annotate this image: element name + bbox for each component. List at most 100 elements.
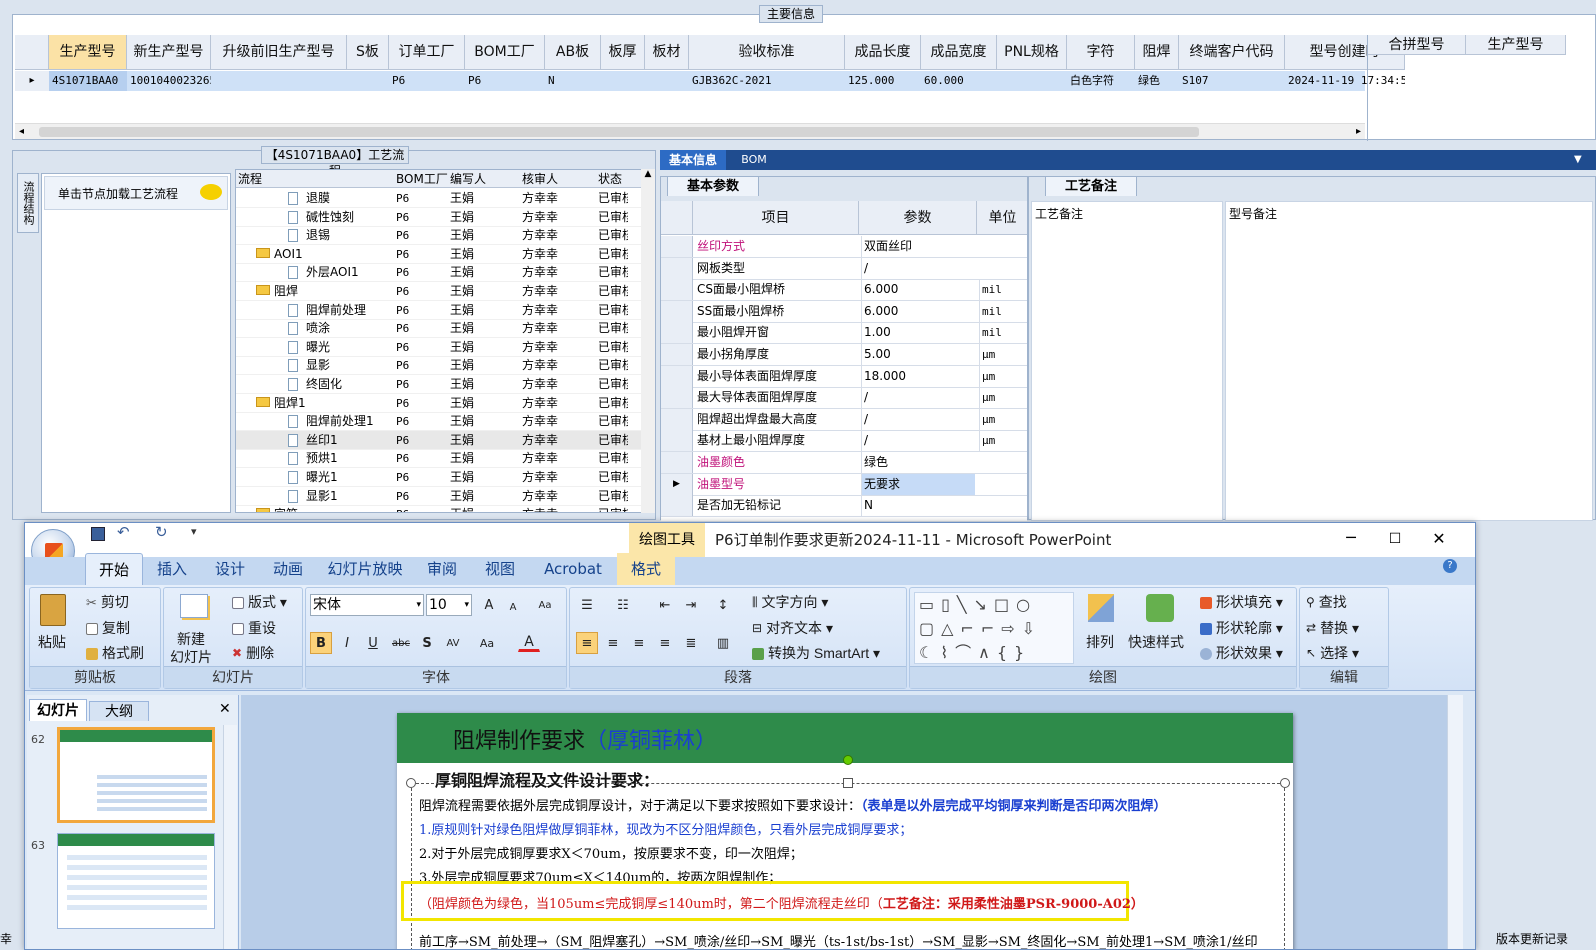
font-name-select[interactable]: 宋体 ▾ (310, 594, 424, 616)
shape-fill-button[interactable]: 形状填充 ▾ (1200, 592, 1283, 612)
italic-button[interactable]: I (336, 632, 358, 654)
grid-col-5[interactable]: BOM工厂 (465, 35, 545, 70)
param-row[interactable]: 基材上最小阻焊厚度 / μm (661, 430, 1027, 453)
process-notes-area[interactable] (1031, 201, 1223, 521)
ribbon-tab-7[interactable]: Acrobat (529, 553, 617, 585)
param-row[interactable]: 最大导体表面阻焊厚度 / μm (661, 387, 1027, 410)
grid-cell-2[interactable] (211, 71, 347, 91)
grid-col-6[interactable]: AB板 (545, 35, 601, 70)
scroll-right-icon[interactable]: ▸ (1356, 124, 1361, 140)
param-row[interactable]: 网板类型 / (661, 257, 1027, 280)
ribbon-tab-4[interactable]: 幻灯片放映 (317, 553, 413, 585)
params-corner[interactable] (661, 201, 693, 235)
grid-cell-9[interactable]: GJB362C-2021 (689, 71, 845, 91)
font-size-select[interactable]: 10 ▾ (426, 594, 472, 616)
align-left-icon[interactable]: ≡ (576, 632, 598, 654)
main-grid-row[interactable]: ▸ 4S1071BAA010010400232651P6P6NGJB362C-2… (15, 71, 1405, 91)
grid-col-0[interactable]: 生产型号 (49, 35, 127, 70)
tree-row[interactable]: 退膜 P6 王娟 方幸幸 已审核 (236, 189, 642, 208)
tree-row[interactable]: 显影 P6 王娟 方幸幸 已审核 (236, 356, 642, 376)
tree-row[interactable]: 阻焊 P6 王娟 方幸幸 已审核 (236, 282, 642, 301)
cut-button[interactable]: ✂ 剪切 (86, 592, 129, 612)
delete-slide-button[interactable]: ✖ 删除 (232, 643, 274, 663)
grid-col-2[interactable]: 升级前旧生产型号 (211, 35, 347, 70)
line-spacing-icon[interactable]: ↕ (712, 594, 734, 616)
bold-button[interactable]: B (310, 632, 332, 654)
param-row[interactable]: 阻焊超出焊盘最大高度 / μm (661, 408, 1027, 431)
resize-handle-tc[interactable] (843, 778, 853, 788)
grid-col-3[interactable]: S板 (347, 35, 389, 70)
grid-col-1[interactable]: 新生产型号 (127, 35, 211, 70)
tab-bom[interactable]: BOM (734, 150, 774, 170)
tree-row[interactable]: 终固化 P6 王娟 方幸幸 已审核 (236, 375, 642, 394)
replace-button[interactable]: ⇄ 替换 ▾ (1306, 618, 1359, 638)
ribbon-tab-0[interactable]: 开始 (85, 553, 143, 585)
numbering-icon[interactable]: ☷ (612, 594, 634, 616)
ribbon-tab-2[interactable]: 设计 (201, 553, 259, 585)
tree-row[interactable]: 阻焊前处理1 P6 王娟 方幸幸 已审核 (236, 412, 642, 432)
increase-indent-icon[interactable]: ⇥ (680, 594, 702, 616)
ribbon-tab-1[interactable]: 插入 (143, 553, 201, 585)
tree-row[interactable]: 碱性蚀刻 P6 王娟 方幸幸 已审核 (236, 208, 642, 227)
align-text-button[interactable]: ⊟ 对齐文本 ▾ (752, 618, 833, 638)
param-row[interactable]: 最小拐角厚度 5.00 μm (661, 344, 1027, 366)
tree-row[interactable]: 阻焊前处理 P6 王娟 方幸幸 已审核 (236, 301, 642, 320)
tab-process-notes[interactable]: 工艺备注 (1045, 176, 1137, 196)
grid-cell-15[interactable]: S107 (1179, 71, 1285, 91)
maximize-icon[interactable]: ☐ (1385, 523, 1405, 555)
main-grid-hscroll[interactable]: ◂ ▸ (15, 123, 1365, 139)
close-icon[interactable]: ✕ (1429, 523, 1449, 555)
editor-vscroll[interactable] (1447, 695, 1463, 949)
param-row[interactable]: CS面最小阻焊桥 6.000 mil (661, 279, 1027, 302)
format-painter-button[interactable]: 格式刷 (86, 643, 144, 663)
change-case-button[interactable]: Aa (476, 632, 498, 654)
shape-outline-button[interactable]: 形状轮廓 ▾ (1200, 618, 1283, 638)
grid-cell-12[interactable] (997, 71, 1067, 91)
grid-cell-3[interactable] (347, 71, 389, 91)
tree-row[interactable]: 曝光 P6 王娟 方幸幸 已审核 (236, 338, 642, 357)
grid-cell-1[interactable]: 10010400232651 (127, 71, 211, 91)
font-color-button[interactable]: A (518, 630, 540, 652)
pane-tab-slides[interactable]: 幻灯片 (29, 699, 87, 721)
new-slide-button[interactable]: 新建 幻灯片 (170, 630, 212, 666)
ribbon-tab-5[interactable]: 审阅 (413, 553, 471, 585)
grid-col-8[interactable]: 板材 (645, 35, 689, 70)
strikethrough-button[interactable]: abc (390, 632, 412, 654)
grid-cell-4[interactable]: P6 (389, 71, 465, 91)
align-right-icon[interactable]: ≡ (628, 632, 650, 654)
ribbon-tab-6[interactable]: 视图 (471, 553, 529, 585)
copy-button[interactable]: 复制 (86, 618, 130, 638)
ribbon-tab-3[interactable]: 动画 (259, 553, 317, 585)
tree-row[interactable]: 显影1 P6 王娟 方幸幸 已审核 (236, 487, 642, 506)
grid-col-9[interactable]: 验收标准 (689, 35, 845, 70)
scroll-left-icon[interactable]: ◂ (19, 124, 24, 140)
structure-side-tab[interactable]: 流程结构 (17, 173, 39, 233)
model-notes-area[interactable] (1225, 201, 1593, 521)
tab-basic-params[interactable]: 基本参数 (667, 176, 759, 196)
qat-dropdown-icon[interactable]: ▾ (191, 525, 197, 538)
redo-icon[interactable]: ↻ (155, 523, 168, 541)
grid-cell-7[interactable] (601, 71, 645, 91)
undo-icon[interactable]: ↶ (117, 523, 130, 541)
quick-styles-button[interactable]: 快速样式 (1128, 632, 1184, 652)
grid-cell-5[interactable]: P6 (465, 71, 545, 91)
param-row[interactable]: 最小阻焊开窗 1.00 mil (661, 322, 1027, 345)
grow-font-icon[interactable]: A (478, 594, 500, 616)
tree-row[interactable]: 丝印1 P6 王娟 方幸幸 已审核 (236, 430, 642, 450)
grid-col-12[interactable]: PNL规格 (997, 35, 1067, 70)
grid-cell-11[interactable]: 60.000 (921, 71, 997, 91)
param-row[interactable]: ▶ 油墨型号 无要求 (661, 473, 1027, 496)
minimize-icon[interactable]: ─ (1341, 523, 1361, 553)
version-log-link[interactable]: 版本更新记录 (1496, 930, 1568, 947)
resize-handle-tl[interactable] (406, 778, 416, 788)
char-spacing-button[interactable]: AV (442, 632, 464, 654)
tree-vscroll[interactable]: ▲ (641, 169, 655, 513)
grid-cell-8[interactable] (645, 71, 689, 91)
decrease-indent-icon[interactable]: ⇤ (654, 594, 676, 616)
align-center-icon[interactable]: ≡ (602, 632, 624, 654)
grid-cell-6[interactable]: N (545, 71, 601, 91)
param-row[interactable]: 油墨颜色 绿色 (661, 452, 1027, 474)
ribbon-tab-8[interactable]: 格式 (617, 553, 675, 585)
grid-col-7[interactable]: 板厚 (601, 35, 645, 70)
tab-basic-info[interactable]: 基本信息 (660, 150, 726, 170)
